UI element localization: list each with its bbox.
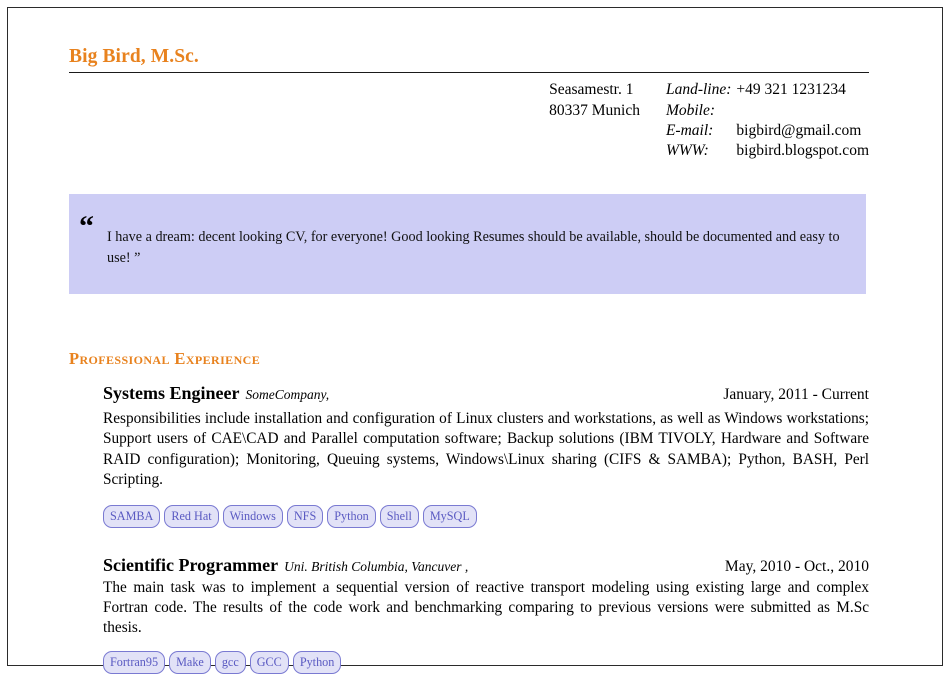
quote-text: I have a dream: decent looking CV, for e… <box>107 229 840 266</box>
quote-block: “ I have a dream: decent looking CV, for… <box>69 194 866 294</box>
skill-tag[interactable]: SAMBA <box>103 504 161 528</box>
skill-tag-row: Fortran95 Make gcc GCC Python <box>103 650 869 674</box>
skill-tag[interactable]: GCC <box>249 650 289 674</box>
address-line-2: 80337 Munich <box>549 101 640 119</box>
experience-entry: Systems Engineer SomeCompany, January, 2… <box>103 383 869 528</box>
contact-row: Seasamestr. 1 80337 Munich Land-line: +4… <box>549 80 869 118</box>
open-quote-icon: “ <box>79 210 94 243</box>
email-value[interactable]: bigbird@gmail.com <box>736 121 869 141</box>
skill-tag[interactable]: Fortran95 <box>103 650 166 674</box>
skill-tag[interactable]: Make <box>169 650 211 674</box>
mobile-value <box>736 101 869 121</box>
job-title: Scientific Programmer <box>103 554 279 575</box>
job-description: Responsibilities include installation an… <box>103 410 869 489</box>
address-cell: Seasamestr. 1 80337 Munich <box>549 80 666 161</box>
skill-tag[interactable]: gcc <box>214 650 246 674</box>
www-label: WWW: <box>665 141 709 159</box>
contact-table: Seasamestr. 1 80337 Munich Land-line: +4… <box>549 80 869 161</box>
cv-page: Big Bird, M.Sc. Seasamestr. 1 80337 Muni… <box>7 7 943 674</box>
contact-block: Seasamestr. 1 80337 Munich Land-line: +4… <box>69 80 869 161</box>
skill-tag[interactable]: Shell <box>379 504 419 528</box>
skill-tag[interactable]: Python <box>327 504 376 528</box>
header-divider <box>69 72 869 74</box>
skill-tag-row: SAMBA Red Hat Windows NFS Python Shell M… <box>103 504 869 528</box>
job-organization: Uni. British Columbia, Vancuver , <box>284 558 469 574</box>
address-line-1: Seasamestr. 1 <box>549 81 634 99</box>
email-label: E-mail: <box>665 121 714 139</box>
skill-tag[interactable]: Red Hat <box>164 504 219 528</box>
entry-title-group: Systems Engineer SomeCompany, <box>103 383 329 404</box>
entry-header: Scientific Programmer Uni. British Colum… <box>103 555 869 576</box>
skill-tag[interactable]: MySQL <box>422 504 477 528</box>
cv-content: Big Bird, M.Sc. Seasamestr. 1 80337 Muni… <box>69 46 869 674</box>
section-heading-professional-experience: Professional Experience <box>69 349 261 368</box>
www-value[interactable]: bigbird.blogspot.com <box>736 141 869 161</box>
skill-tag[interactable]: NFS <box>286 504 324 528</box>
job-description: The main task was to implement a sequent… <box>103 578 869 637</box>
mobile-label: Mobile: <box>665 101 716 119</box>
skill-tag[interactable]: Python <box>292 650 342 674</box>
job-date: January, 2011 - Current <box>723 386 869 404</box>
entry-title-group: Scientific Programmer Uni. British Colum… <box>103 555 468 576</box>
experience-entry: Scientific Programmer Uni. British Colum… <box>103 555 869 674</box>
entry-header: Systems Engineer SomeCompany, January, 2… <box>103 383 869 404</box>
job-date: May, 2010 - Oct., 2010 <box>724 557 869 575</box>
page-title: Big Bird, M.Sc. <box>69 46 199 67</box>
job-title: Systems Engineer <box>103 383 240 404</box>
job-organization: SomeCompany, <box>245 387 330 403</box>
landline-value: +49 321 1231234 <box>736 81 846 99</box>
skill-tag[interactable]: Windows <box>222 504 283 528</box>
landline-label: Land-line: <box>665 81 732 99</box>
